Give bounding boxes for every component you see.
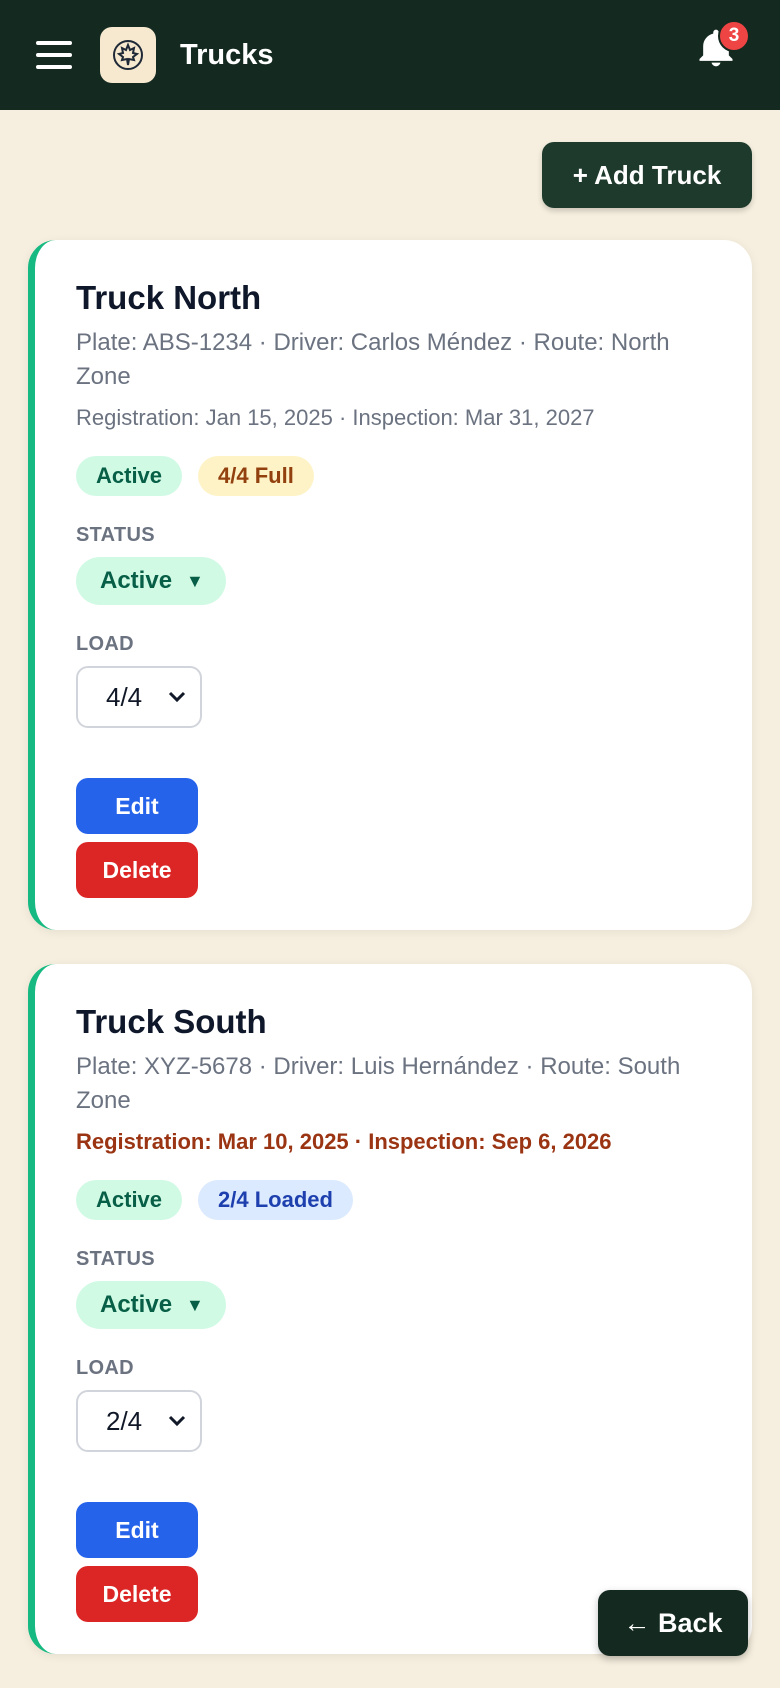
delete-button[interactable]: Delete [76, 842, 198, 898]
load-select-value: 4/4 [106, 681, 143, 712]
load-label: LOAD [76, 633, 134, 655]
edit-button[interactable]: Edit [76, 778, 198, 834]
chip-row: Active 4/4 Full [76, 456, 712, 496]
chip-row: Active 2/4 Loaded [76, 1180, 712, 1220]
hamburger-menu-icon[interactable] [36, 41, 72, 69]
chevron-down-icon [168, 691, 186, 703]
edit-button[interactable]: Edit [76, 1502, 198, 1558]
truck-dates: Registration: Jan 15, 2025 · Inspection:… [76, 405, 595, 430]
load-badge: 4/4 Full [198, 456, 314, 496]
status-label: STATUS [76, 524, 155, 546]
status-label: STATUS [76, 1248, 155, 1270]
truck-dates: Registration: Mar 10, 2025 · Inspection:… [76, 1129, 612, 1154]
truck-card: Truck North Plate: ABS-1234 · Driver: Ca… [28, 240, 752, 930]
load-select[interactable]: 4/4 [76, 666, 202, 728]
load-label: LOAD [76, 1357, 134, 1379]
caret-down-icon: ▼ [186, 570, 204, 591]
chevron-down-icon [168, 1415, 186, 1427]
status-dropdown[interactable]: Active ▼ [76, 557, 226, 605]
status-dropdown[interactable]: Active ▼ [76, 1281, 226, 1329]
load-badge: 2/4 Loaded [198, 1180, 353, 1220]
notification-badge: 3 [718, 20, 750, 52]
card-actions: Edit Delete [76, 778, 712, 898]
status-dropdown-value: Active [100, 1291, 173, 1318]
truck-meta: Plate: XYZ-5678 · Driver: Luis Hernández… [76, 1053, 681, 1114]
load-select-value: 2/4 [106, 1405, 143, 1436]
page-title: Trucks [180, 38, 274, 71]
app-header: Trucks 3 [0, 0, 780, 110]
delete-button[interactable]: Delete [76, 1566, 198, 1622]
back-button[interactable]: ← Back [598, 1590, 748, 1656]
add-truck-button[interactable]: + Add Truck [542, 142, 752, 208]
notifications-button[interactable]: 3 [694, 20, 750, 74]
maple-leaf-icon [100, 27, 156, 83]
load-select[interactable]: 2/4 [76, 1390, 202, 1452]
truck-name: Truck South [76, 1003, 267, 1040]
status-badge: Active [76, 456, 183, 496]
caret-down-icon: ▼ [186, 1294, 204, 1315]
truck-name: Truck North [76, 279, 262, 316]
status-badge: Active [76, 1180, 183, 1220]
truck-card: Truck South Plate: XYZ-5678 · Driver: Lu… [28, 964, 752, 1654]
truck-meta: Plate: ABS-1234 · Driver: Carlos Méndez … [76, 329, 670, 390]
status-dropdown-value: Active [100, 567, 173, 594]
